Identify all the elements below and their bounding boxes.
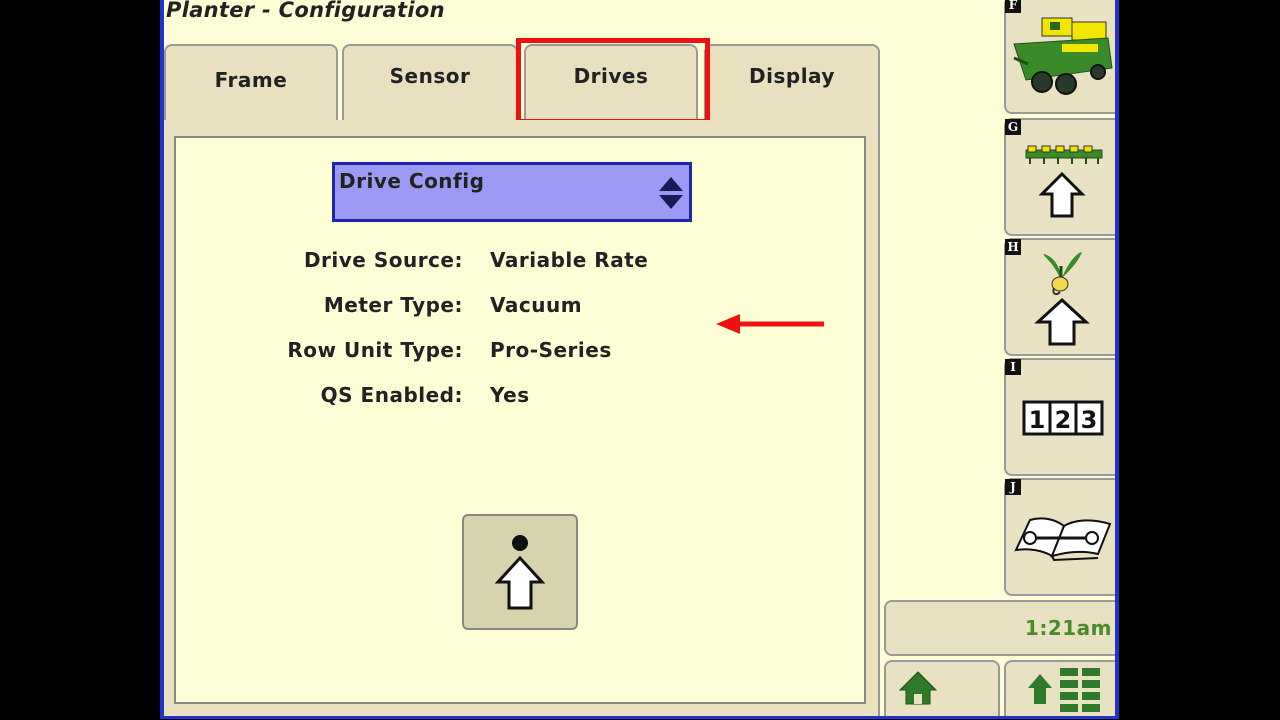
tab-sensor-label: Sensor xyxy=(389,64,471,88)
field-row-row-unit-type: Row Unit Type: Pro-Series xyxy=(176,338,868,368)
seed-sprout-up-icon xyxy=(1034,252,1090,346)
softkey-j-manual[interactable]: J xyxy=(1004,478,1115,596)
tab-frame[interactable]: Frame xyxy=(164,44,338,120)
clock-display: 1:21am xyxy=(884,600,1115,656)
field-row-qs-enabled: QS Enabled: Yes xyxy=(176,383,868,413)
svg-text:2: 2 xyxy=(1055,406,1072,434)
home-button[interactable] xyxy=(884,660,1000,716)
tab-display[interactable]: Display xyxy=(704,44,880,120)
svg-text:1: 1 xyxy=(1029,406,1046,434)
softkey-h-seed[interactable]: H xyxy=(1004,238,1115,356)
info-up-arrow-icon xyxy=(494,535,546,610)
tab-sensor[interactable]: Sensor xyxy=(342,44,518,120)
planter-toolbar-up-icon xyxy=(1025,145,1103,218)
up-arrow-grid-menu-icon xyxy=(1028,668,1100,712)
clock-time: 1:21am xyxy=(1024,616,1112,640)
drive-source-label: Drive Source: xyxy=(303,248,463,272)
meter-type-label: Meter Type: xyxy=(323,293,463,317)
content-area: Drive Config Drive Source: Variable Rate… xyxy=(164,120,880,716)
manual-book-wrench-icon xyxy=(1014,517,1112,562)
drives-panel: Drive Config Drive Source: Variable Rate… xyxy=(174,136,866,704)
red-pointer-arrow-icon xyxy=(716,314,824,334)
menu-button[interactable] xyxy=(1004,660,1115,716)
qs-enabled-label: QS Enabled: xyxy=(320,383,463,407)
row-unit-type-label: Row Unit Type: xyxy=(287,338,463,362)
number-123-icon: 1 2 3 xyxy=(1022,400,1104,436)
tab-frame-label: Frame xyxy=(214,68,288,92)
drive-config-dropdown[interactable]: Drive Config xyxy=(332,162,692,222)
drive-source-value: Variable Rate xyxy=(490,248,649,272)
softkey-i-numbers[interactable]: I 1 2 3 xyxy=(1004,358,1115,476)
display-screen: Planter - Configuration Frame Sensor Dri… xyxy=(160,0,1119,719)
up-down-arrows-icon xyxy=(659,177,683,209)
drive-config-dropdown-value: Drive Config xyxy=(339,169,485,193)
svg-text:3: 3 xyxy=(1081,406,1098,434)
tab-display-label: Display xyxy=(749,64,835,88)
meter-type-value: Vacuum xyxy=(490,293,583,317)
page-title: Planter - Configuration xyxy=(166,0,445,22)
softkey-g-toolbar[interactable]: G xyxy=(1004,118,1115,236)
drives-tab-highlight-box xyxy=(516,38,710,124)
qs-enabled-value: Yes xyxy=(490,383,530,407)
info-up-button[interactable] xyxy=(462,514,578,630)
planter-machine-icon xyxy=(1013,17,1113,95)
field-row-drive-source: Drive Source: Variable Rate xyxy=(176,248,868,278)
row-unit-type-value: Pro-Series xyxy=(490,338,612,362)
home-icon xyxy=(898,671,938,705)
softkey-f-planter[interactable]: F xyxy=(1004,0,1115,114)
